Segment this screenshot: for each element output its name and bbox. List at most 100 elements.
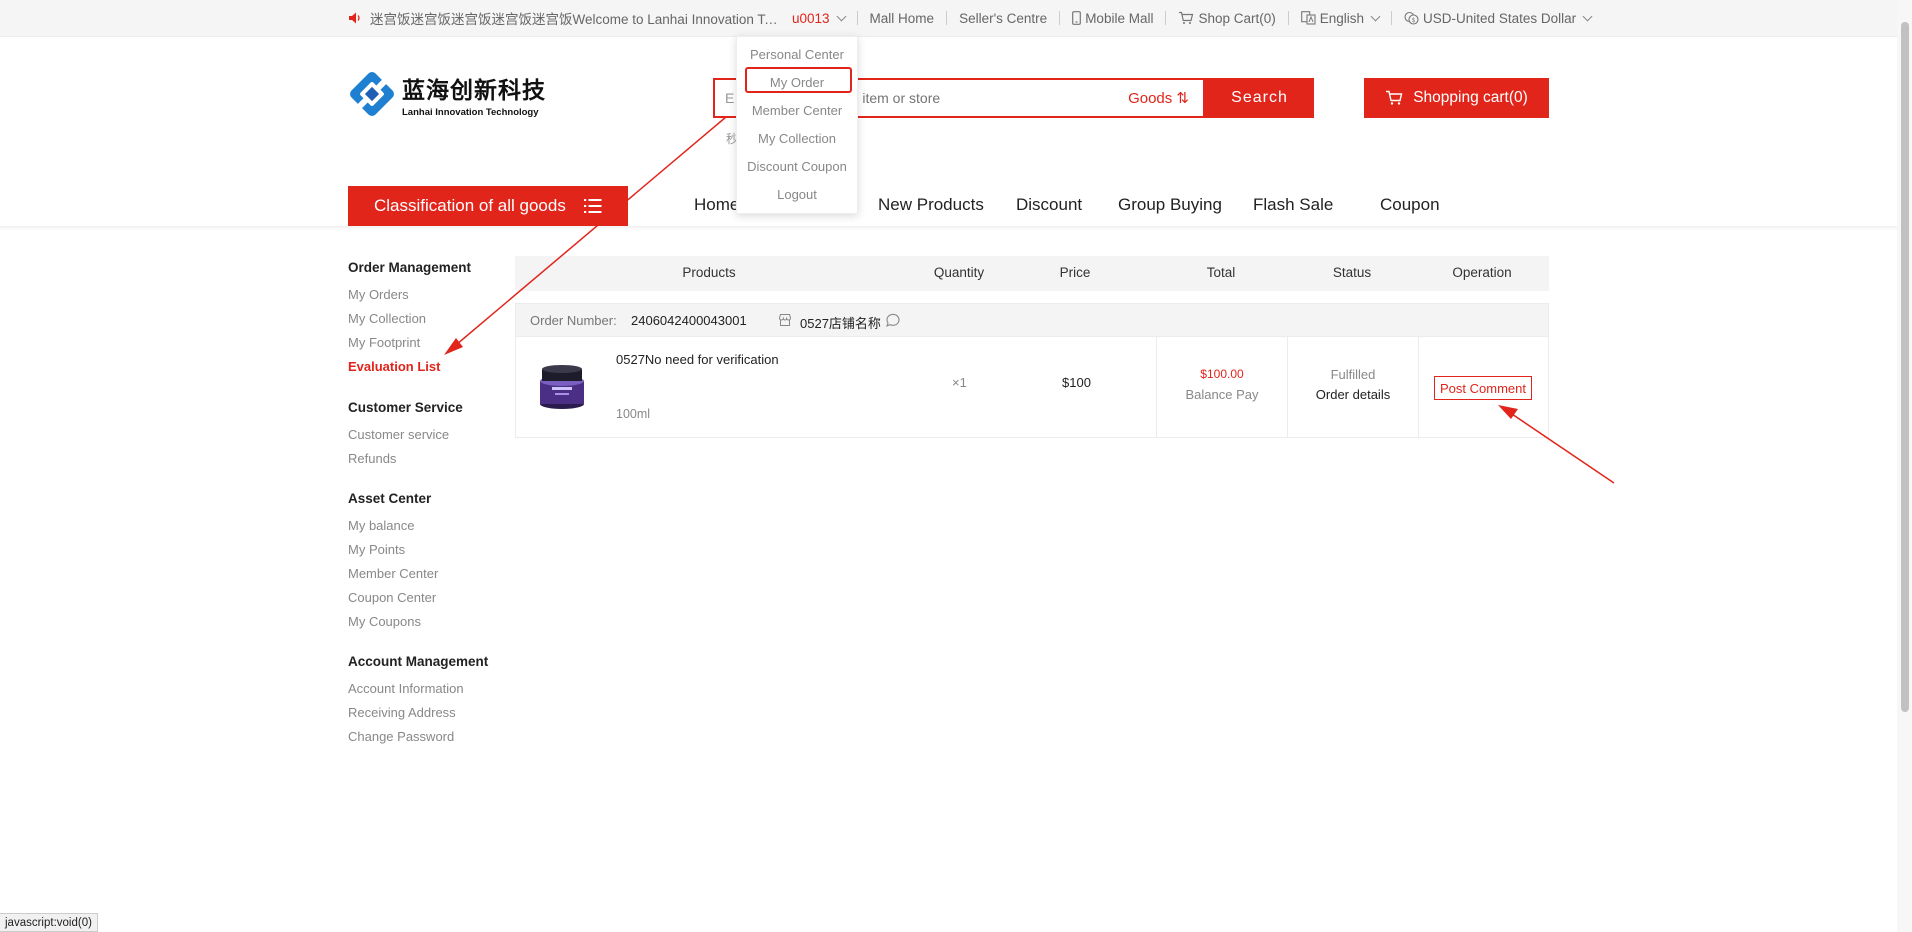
shop-cart-link[interactable]: Shop Cart(0) bbox=[1178, 10, 1276, 26]
mobile-icon bbox=[1072, 11, 1082, 25]
logo-subtitle: Lanhai Innovation Technology bbox=[402, 106, 539, 118]
menu-item-my-order[interactable]: My Order bbox=[737, 75, 857, 90]
cart-icon bbox=[1386, 90, 1403, 105]
sidebar-item-my-coupons[interactable]: My Coupons bbox=[348, 614, 421, 629]
divider bbox=[946, 11, 948, 25]
sidebar-group-customer-service: Customer Service bbox=[348, 400, 463, 415]
browser-status-bar: javascript:void(0) bbox=[0, 913, 98, 932]
announcement-text: 迷宫饭迷宫饭迷宫饭迷宫饭迷宫饭Welcome to Lanhai Innovat… bbox=[370, 12, 782, 27]
username[interactable]: u0013 bbox=[792, 11, 830, 26]
logo-icon bbox=[350, 72, 394, 116]
nav-divider bbox=[0, 226, 1897, 230]
all-categories-button[interactable]: Classification of all goods bbox=[348, 186, 628, 226]
orders-table-header: Products Quantity Price Total Status Ope… bbox=[515, 256, 1549, 291]
store-name[interactable]: 0527店铺名称 bbox=[800, 313, 881, 332]
shop-cart-label: Shop Cart(0) bbox=[1198, 10, 1276, 26]
sidebar-item-evaluation-list[interactable]: Evaluation List bbox=[348, 359, 440, 374]
sidebar-item-my-footprint[interactable]: My Footprint bbox=[348, 335, 420, 350]
order-header-row: Order Number: 2406042400043001 0527店铺名称 bbox=[515, 303, 1549, 337]
speaker-icon bbox=[349, 12, 360, 24]
divider bbox=[1059, 11, 1061, 25]
language-icon bbox=[1300, 11, 1316, 25]
sidebar-item-receiving-address[interactable]: Receiving Address bbox=[348, 705, 456, 720]
nav-item-flash-sale[interactable]: Flash Sale bbox=[1253, 195, 1333, 215]
language-selector[interactable]: English bbox=[1300, 10, 1381, 26]
column-header-quantity: Quantity bbox=[933, 265, 985, 280]
sidebar-item-my-points[interactable]: My Points bbox=[348, 542, 405, 557]
user-dropdown-menu: Personal Center My Order Member Center M… bbox=[736, 36, 858, 214]
column-header-operation: Operation bbox=[1452, 265, 1512, 280]
chat-icon[interactable] bbox=[885, 312, 901, 328]
nav-item-group-buying[interactable]: Group Buying bbox=[1118, 195, 1222, 215]
menu-item-discount-coupon[interactable]: Discount Coupon bbox=[737, 159, 857, 174]
order-details-link[interactable]: Order details bbox=[1288, 387, 1418, 402]
svg-text:$: $ bbox=[1412, 17, 1416, 24]
menu-item-my-collection[interactable]: My Collection bbox=[737, 131, 857, 146]
post-comment-button[interactable]: Post Comment bbox=[1434, 376, 1532, 400]
sidebar-group-asset-center: Asset Center bbox=[348, 491, 432, 506]
column-header-total: Total bbox=[1206, 265, 1236, 280]
mall-home-link[interactable]: Mall Home bbox=[870, 11, 935, 26]
all-categories-label: Classification of all goods bbox=[374, 196, 566, 215]
order-status: Fulfilled bbox=[1330, 367, 1376, 382]
sidebar-item-change-password[interactable]: Change Password bbox=[348, 729, 454, 744]
payment-method: Balance Pay bbox=[1185, 387, 1259, 402]
sidebar-item-account-information[interactable]: Account Information bbox=[348, 681, 464, 696]
product-thumbnail[interactable] bbox=[536, 363, 588, 411]
logo-title: 蓝海创新科技 bbox=[402, 77, 546, 104]
search-prefix: E bbox=[725, 90, 735, 106]
sidebar-group-order-management: Order Management bbox=[348, 260, 472, 275]
sellers-centre-link[interactable]: Seller's Centre bbox=[959, 11, 1047, 26]
sidebar-group-account-management: Account Management bbox=[348, 654, 489, 669]
divider bbox=[856, 11, 858, 25]
menu-item-personal-center[interactable]: Personal Center bbox=[737, 47, 857, 62]
chevron-down-icon bbox=[836, 11, 846, 21]
column-header-price: Price bbox=[1059, 265, 1091, 280]
chevron-down-icon bbox=[1370, 11, 1381, 21]
order-row: 0527No need for verification 100ml ×1 $1… bbox=[515, 337, 1549, 438]
divider bbox=[1287, 11, 1289, 25]
currency-label: USD-United States Dollar bbox=[1423, 10, 1577, 26]
store-icon bbox=[778, 314, 792, 326]
top-bar: 迷宫饭迷宫饭迷宫饭迷宫饭迷宫饭Welcome to Lanhai Innovat… bbox=[0, 0, 1897, 37]
menu-item-logout[interactable]: Logout bbox=[737, 187, 857, 202]
column-header-status: Status bbox=[1332, 265, 1372, 280]
currency-selector[interactable]: $ USD-United States Dollar bbox=[1404, 10, 1593, 26]
product-quantity: ×1 bbox=[952, 375, 967, 390]
search-type-toggle[interactable]: Goods ⇅ bbox=[1128, 89, 1189, 107]
mobile-mall-label: Mobile Mall bbox=[1085, 10, 1154, 26]
menu-item-member-center[interactable]: Member Center bbox=[737, 103, 857, 118]
product-price: $100 bbox=[1062, 375, 1091, 390]
scrollbar-thumb[interactable] bbox=[1901, 22, 1909, 712]
nav-item-coupon[interactable]: Coupon bbox=[1380, 195, 1440, 215]
order-number: 2406042400043001 bbox=[631, 313, 747, 328]
annotation-arrows bbox=[444, 116, 1615, 484]
sidebar-item-my-balance[interactable]: My balance bbox=[348, 518, 414, 533]
language-label: English bbox=[1319, 10, 1365, 26]
mobile-mall-link[interactable]: Mobile Mall bbox=[1072, 11, 1153, 26]
sidebar-item-coupon-center[interactable]: Coupon Center bbox=[348, 590, 436, 605]
nav-item-discount[interactable]: Discount bbox=[1016, 195, 1082, 215]
shopping-cart-button[interactable]: Shopping cart(0) bbox=[1364, 78, 1549, 118]
sidebar-item-my-collection[interactable]: My Collection bbox=[348, 311, 426, 326]
sidebar-item-customer-service[interactable]: Customer service bbox=[348, 427, 449, 442]
nav-item-new-products[interactable]: New Products bbox=[878, 195, 984, 215]
menu-icon bbox=[584, 199, 602, 213]
sidebar-item-refunds[interactable]: Refunds bbox=[348, 451, 396, 466]
vertical-scrollbar[interactable] bbox=[1897, 0, 1912, 932]
divider bbox=[1165, 11, 1167, 25]
column-header-products: Products bbox=[682, 265, 736, 280]
nav-item-home[interactable]: Home bbox=[694, 195, 739, 215]
sidebar-item-member-center[interactable]: Member Center bbox=[348, 566, 438, 581]
cell-divider bbox=[1418, 337, 1419, 437]
search-button[interactable]: Search bbox=[1205, 78, 1314, 118]
arrowhead-icon bbox=[444, 338, 463, 355]
sidebar-item-my-orders[interactable]: My Orders bbox=[348, 287, 409, 302]
site-logo[interactable]: 蓝海创新科技 Lanhai Innovation Technology bbox=[348, 70, 546, 118]
user-menu-trigger[interactable]: u0013 bbox=[792, 11, 846, 26]
order-number-label: Order Number: bbox=[530, 313, 617, 328]
divider bbox=[1391, 11, 1393, 25]
order-total: $100.00 bbox=[1200, 367, 1244, 381]
product-name[interactable]: 0527No need for verification bbox=[616, 352, 779, 367]
cart-icon bbox=[1179, 11, 1194, 24]
